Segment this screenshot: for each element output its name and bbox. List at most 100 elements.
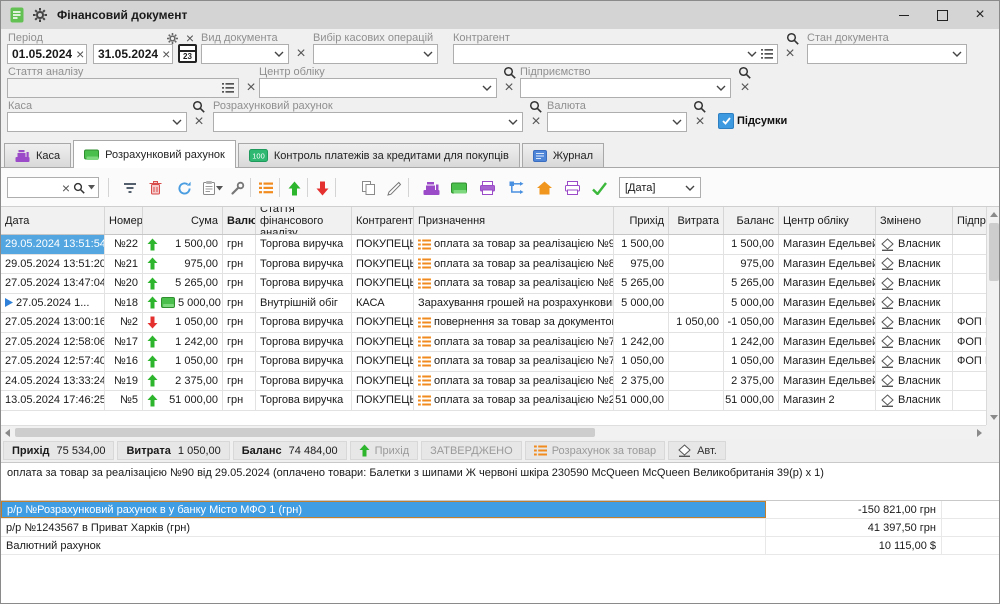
copy-icon[interactable] [359, 179, 377, 197]
accounting-center-select[interactable] [259, 78, 497, 98]
cell-changed[interactable]: Власник [876, 313, 953, 332]
cell-currency[interactable]: грн [223, 255, 256, 274]
account-name[interactable]: р/р №1243567 в Приват Харків (грн) [1, 519, 766, 536]
filter-icon[interactable] [121, 179, 139, 197]
cell-article[interactable]: Внутрішній обіг [256, 294, 352, 313]
cell-center[interactable]: Магазин Едельвейс [779, 235, 876, 254]
cell-changed[interactable]: Власник [876, 352, 953, 371]
period-from-clear-icon[interactable]: × [76, 48, 84, 60]
cell-balance[interactable]: 5 000,00 [724, 294, 779, 313]
cell-enterprise[interactable] [953, 294, 986, 313]
horizontal-scroll-thumb[interactable] [15, 428, 595, 437]
table-row[interactable]: 27.05.2024 12:57:40 №16 1 050,00 грн Тор… [1, 352, 986, 372]
gear-icon[interactable] [33, 8, 47, 22]
expense-arrow-down-icon[interactable] [313, 179, 331, 197]
cell-income[interactable]: 51 000,00 [614, 391, 669, 410]
cell-center[interactable]: Магазин 2 [779, 391, 876, 410]
cell-number[interactable]: №21 [105, 255, 143, 274]
cell-currency[interactable]: грн [223, 294, 256, 313]
col-header-sum[interactable]: Сума [143, 207, 223, 234]
col-header-changed[interactable]: Змінено [876, 207, 953, 234]
flag-goods-payment[interactable]: Розрахунок за товар [525, 441, 665, 460]
cell-number[interactable]: №16 [105, 352, 143, 371]
edit-pencil-icon[interactable] [385, 179, 403, 197]
cell-date[interactable]: 13.05.2024 17:46:25 [1, 391, 105, 410]
list-picker-icon[interactable] [761, 49, 773, 59]
home-icon[interactable] [535, 179, 553, 197]
cell-balance[interactable]: 1 242,00 [724, 333, 779, 352]
paste-options-caret-icon[interactable] [215, 179, 223, 197]
cell-article[interactable]: Торгова виручка [256, 372, 352, 391]
horizontal-scrollbar[interactable] [1, 425, 986, 439]
table-row[interactable]: 13.05.2024 17:46:25 №5 51 000,00 грн Тор… [1, 391, 986, 411]
delete-icon[interactable] [146, 179, 164, 197]
cell-currency[interactable]: грн [223, 352, 256, 371]
cell-date[interactable]: 27.05.2024 12:57:40 [1, 352, 105, 371]
cell-purpose[interactable]: повернення за товар за документом ... [414, 313, 614, 332]
cell-enterprise[interactable] [953, 372, 986, 391]
cell-balance[interactable]: -1 050,00 [724, 313, 779, 332]
cell-date[interactable]: 24.05.2024 13:33:24 [1, 372, 105, 391]
cell-article[interactable]: Торгова виручка [256, 313, 352, 332]
calendar-icon[interactable]: 23 [178, 44, 197, 63]
col-header-income[interactable]: Прихід [614, 207, 669, 234]
cell-income[interactable]: 1 242,00 [614, 333, 669, 352]
cell-center[interactable]: Магазин Едельвейс [779, 313, 876, 332]
cell-purpose[interactable]: оплата за товар за реалізацією №76 ... [414, 333, 614, 352]
close-button[interactable]: × [961, 1, 999, 29]
doc-type-clear-icon[interactable]: × [293, 46, 309, 62]
period-from-field[interactable]: 01.05.2024 × [7, 44, 87, 64]
cell-purpose[interactable]: оплата за товар за реалізацією №83 ... [414, 274, 614, 293]
account-row[interactable]: р/р №Розрахунковий рахунок в у банку Міс… [1, 501, 1000, 519]
refresh-icon[interactable] [175, 179, 193, 197]
tab-credit-payment-control[interactable]: 100 Контроль платежів за кредитами для п… [238, 143, 520, 167]
cell-income[interactable]: 1 500,00 [614, 235, 669, 254]
cell-sum[interactable]: 5 265,00 [143, 274, 223, 293]
cell-enterprise[interactable] [953, 255, 986, 274]
cell-center[interactable]: Магазин Едельвейс [779, 333, 876, 352]
cell-expense[interactable] [669, 255, 724, 274]
cash-ops-select[interactable] [313, 44, 438, 64]
search-input[interactable]: × [7, 177, 99, 198]
search-clear-icon[interactable]: × [62, 182, 70, 194]
cell-balance[interactable]: 2 375,00 [724, 372, 779, 391]
table-row[interactable]: 27.05.2024 1... №18 5 000,00 грн Внутріш… [1, 294, 986, 314]
currency-select[interactable] [547, 112, 687, 132]
col-header-date[interactable]: Дата [1, 207, 105, 234]
cell-purpose[interactable]: Зарахування грошей на розрахунковий ра..… [414, 294, 614, 313]
cell-enterprise[interactable] [953, 235, 986, 254]
account-name[interactable]: р/р №Розрахунковий рахунок в у банку Міс… [1, 501, 766, 518]
tab-journal[interactable]: Журнал [522, 143, 604, 167]
cell-income[interactable]: 975,00 [614, 255, 669, 274]
cell-sum[interactable]: 1 500,00 [143, 235, 223, 254]
table-row[interactable]: 27.05.2024 12:58:06 №17 1 242,00 грн Тор… [1, 333, 986, 353]
cell-article[interactable]: Торгова виручка [256, 235, 352, 254]
analysis-article-clear-icon[interactable]: × [243, 80, 259, 96]
period-to-clear-icon[interactable]: × [162, 48, 170, 60]
cell-counterparty[interactable]: ПОКУПЕЦЬ [352, 274, 414, 293]
enterprise-search-icon[interactable] [736, 64, 752, 80]
currency-search-icon[interactable] [691, 98, 707, 114]
col-header-center[interactable]: Центр обліку [779, 207, 876, 234]
group-by-select[interactable]: [Дата] [619, 177, 701, 198]
cell-purpose[interactable]: оплата за товар за реалізацією №81 ... [414, 372, 614, 391]
cash-register-clear-icon[interactable]: × [191, 114, 207, 130]
account-name[interactable]: Валютний рахунок [1, 537, 766, 554]
orange-list-icon[interactable] [257, 179, 275, 197]
col-header-purpose[interactable]: Призначення [414, 207, 614, 234]
cell-article[interactable]: Торгова виручка [256, 391, 352, 410]
cell-date[interactable]: 27.05.2024 13:00:16 [1, 313, 105, 332]
accounting-center-clear-icon[interactable]: × [501, 80, 517, 96]
cell-income[interactable] [614, 313, 669, 332]
cell-center[interactable]: Магазин Едельвейс [779, 352, 876, 371]
cell-number[interactable]: №19 [105, 372, 143, 391]
cell-expense[interactable] [669, 391, 724, 410]
cell-sum[interactable]: 975,00 [143, 255, 223, 274]
cell-changed[interactable]: Власник [876, 391, 953, 410]
cell-expense[interactable] [669, 333, 724, 352]
doc-state-search-icon[interactable] [784, 30, 800, 46]
cell-enterprise[interactable] [953, 391, 986, 410]
enterprise-select[interactable] [520, 78, 731, 98]
cell-counterparty[interactable]: ПОКУПЕЦЬ [352, 235, 414, 254]
cell-date[interactable]: 27.05.2024 12:58:06 [1, 333, 105, 352]
